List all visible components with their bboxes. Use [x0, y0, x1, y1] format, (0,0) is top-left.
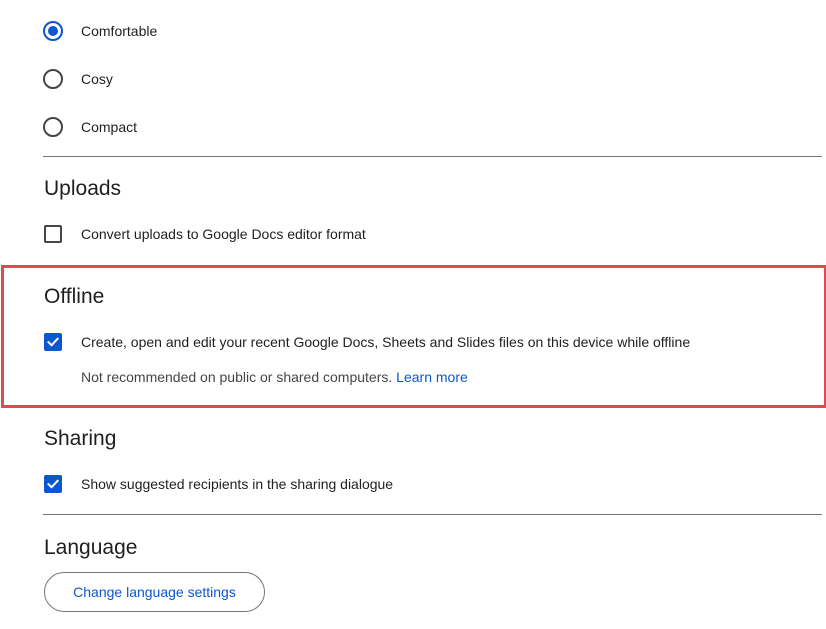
compact-label: Compact: [81, 119, 138, 135]
offline-label: Create, open and edit your recent Google…: [81, 334, 691, 350]
comfortable-radio[interactable]: [43, 21, 63, 41]
convert-uploads-checkbox[interactable]: [44, 225, 62, 243]
cosy-label: Cosy: [81, 71, 113, 87]
offline-note-text: Not recommended on public or shared comp…: [81, 369, 393, 385]
language-title: Language: [44, 536, 138, 559]
comfortable-label: Comfortable: [81, 23, 158, 39]
offline-note: Not recommended on public or shared comp…: [81, 367, 468, 387]
convert-uploads-row[interactable]: Convert uploads to Google Docs editor fo…: [44, 224, 366, 244]
uploads-title: Uploads: [44, 177, 122, 200]
change-language-button[interactable]: Change language settings: [44, 572, 265, 612]
settings-page: Comfortable Cosy Compact Uploads Convert…: [0, 0, 826, 629]
cosy-radio[interactable]: [43, 69, 63, 89]
sharing-title: Sharing: [44, 427, 117, 450]
checkmark-icon: [47, 337, 60, 347]
suggested-recipients-checkbox[interactable]: [44, 475, 62, 493]
learn-more-link[interactable]: Learn more: [396, 369, 468, 385]
density-option-compact[interactable]: Compact: [43, 116, 137, 138]
density-option-comfortable[interactable]: Comfortable: [43, 20, 157, 42]
suggested-recipients-row[interactable]: Show suggested recipients in the sharing…: [44, 474, 393, 494]
suggested-recipients-label: Show suggested recipients in the sharing…: [81, 476, 394, 492]
offline-checkbox[interactable]: [44, 333, 62, 351]
sharing-divider: [43, 514, 822, 515]
offline-title: Offline: [44, 285, 105, 308]
density-option-cosy[interactable]: Cosy: [43, 68, 113, 90]
convert-uploads-label: Convert uploads to Google Docs editor fo…: [81, 226, 366, 242]
checkmark-icon: [47, 479, 60, 489]
offline-row[interactable]: Create, open and edit your recent Google…: [44, 332, 690, 352]
compact-radio[interactable]: [43, 117, 63, 137]
density-divider: [43, 156, 822, 157]
